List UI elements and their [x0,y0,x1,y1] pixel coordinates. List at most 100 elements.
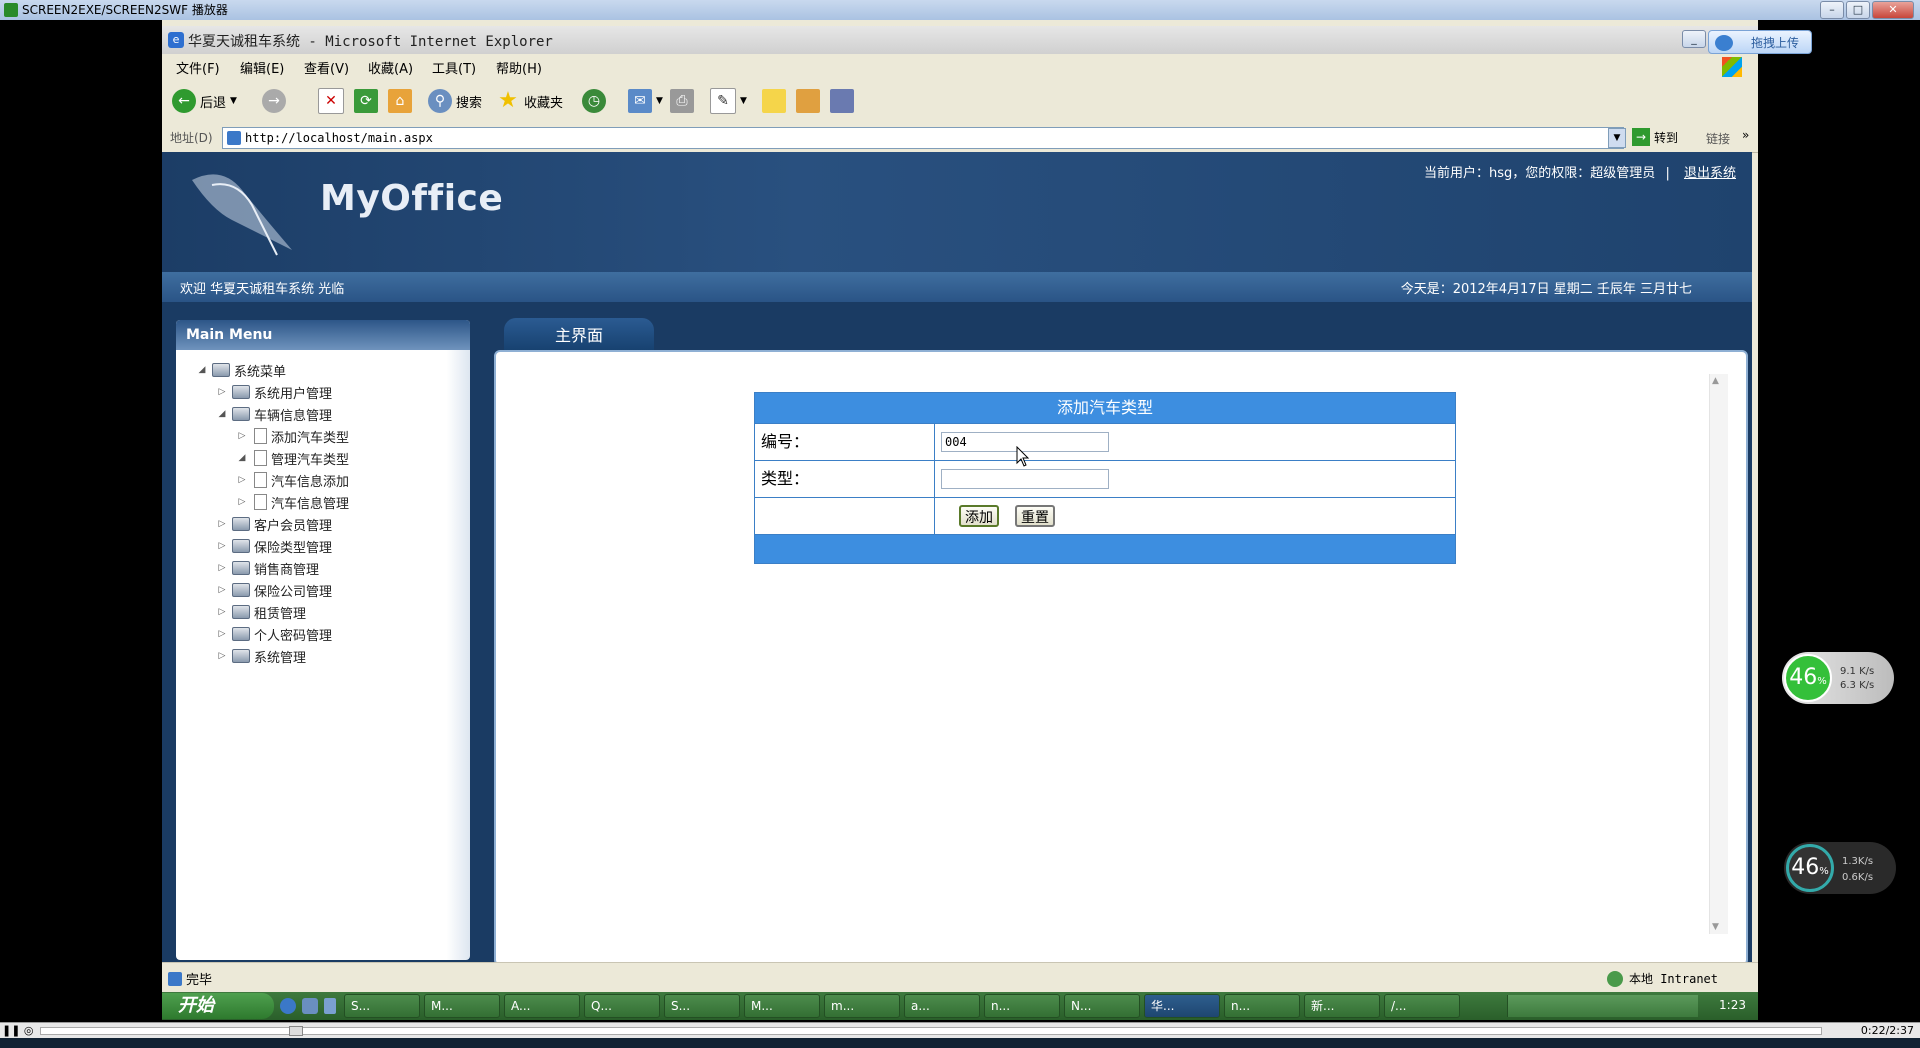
taskbar-item[interactable]: N... [1064,994,1140,1018]
scroll-down-icon[interactable]: ▼ [1712,922,1719,932]
expand-icon[interactable]: ▷ [216,387,228,397]
tree-item-add-car-info[interactable]: ▷ 汽车信息添加 [236,470,349,490]
go-button[interactable]: → 转到 [1632,128,1678,146]
back-dropdown-icon[interactable]: ▼ [230,96,237,106]
menu-help[interactable]: 帮助(H) [496,58,542,77]
search-button[interactable]: ⚲ 搜索 [428,88,482,114]
ie-minimize-button[interactable]: _ [1682,30,1706,48]
tree-item-insurance-types[interactable]: ▷ 保险类型管理 [216,536,332,556]
tree-item-manage-car-type[interactable]: ◢ 管理汽车类型 [236,448,349,468]
start-button[interactable]: 开始 [162,993,274,1019]
messenger-button[interactable] [830,88,854,114]
collapse-icon[interactable]: ◢ [236,453,248,463]
collapse-icon[interactable]: ◢ [216,409,228,419]
logout-link[interactable]: 退出系统 [1684,166,1736,181]
reset-button[interactable]: 重置 [1015,505,1055,527]
research-button[interactable] [796,88,820,114]
menu-edit[interactable]: 编辑(E) [240,58,284,77]
tree-item-password[interactable]: ▷ 个人密码管理 [216,624,332,644]
tree-item-system-admin[interactable]: ▷ 系统管理 [216,646,306,666]
chevron-right-icon[interactable]: » [1742,128,1749,142]
add-button[interactable]: 添加 [959,505,999,527]
taskbar-item[interactable]: m... [824,994,900,1018]
progress-handle[interactable] [289,1026,303,1036]
expand-icon[interactable]: ▷ [236,431,248,441]
search-label: 搜索 [456,95,483,111]
expand-icon[interactable]: ▷ [216,651,228,661]
net-monitor-widget[interactable]: 46% 9.1 K/s 6.3 K/s [1782,652,1894,704]
scroll-up-icon[interactable]: ▲ [1712,376,1719,386]
sidebar-title: Main Menu [176,320,470,350]
taskbar-item[interactable]: A... [504,994,580,1018]
taskbar-item[interactable]: n... [1224,994,1300,1018]
taskbar-item[interactable]: n... [984,994,1060,1018]
home-button[interactable]: ⌂ [388,88,412,114]
pause-button[interactable]: ❚❚ ◎ [2,1024,34,1037]
net-monitor-widget-dark[interactable]: 46% 1.3K/s 0.6K/s [1784,842,1896,894]
type-input[interactable] [941,469,1109,489]
address-label: 地址(D) [170,131,213,145]
links-label[interactable]: 链接 [1706,130,1730,147]
upload-button[interactable]: 拖拽上传 [1708,30,1812,54]
tree-item-dealers[interactable]: ▷ 销售商管理 [216,558,319,578]
mail-dropdown-icon[interactable]: ▼ [656,96,663,106]
taskbar-item[interactable]: S... [664,994,740,1018]
tree-item-rentals[interactable]: ▷ 租赁管理 [216,602,306,622]
menu-favorites[interactable]: 收藏(A) [368,58,413,77]
taskbar-item[interactable]: a... [904,994,980,1018]
print-button[interactable]: ⎙ [670,88,694,114]
mail-button[interactable]: ✉ ▼ [628,88,663,114]
menu-file[interactable]: 文件(F) [176,58,220,77]
close-button[interactable]: ✕ [1872,1,1914,19]
expand-icon[interactable]: ▷ [216,541,228,551]
note-button[interactable] [762,88,786,114]
tree-item-vehicle-info[interactable]: ◢ 车辆信息管理 [216,404,332,424]
vertical-scrollbar[interactable]: ▲ ▼ [1709,374,1728,934]
taskbar-item[interactable]: /... [1384,994,1460,1018]
expand-icon[interactable]: ▷ [236,497,248,507]
progress-track[interactable] [40,1026,1822,1036]
tree-item-add-car-type[interactable]: ▷ 添加汽车类型 [236,426,349,446]
tree-item-insurers[interactable]: ▷ 保险公司管理 [216,580,332,600]
tree-item-manage-car-info[interactable]: ▷ 汽车信息管理 [236,492,349,512]
desktop-quicklaunch-icon[interactable] [302,998,318,1014]
player-title: SCREEN2EXE/SCREEN2SWF 播放器 [22,3,228,17]
address-input[interactable]: http://localhost/main.aspx [222,127,1624,149]
taskbar-item[interactable]: Q... [584,994,660,1018]
refresh-icon: ⟳ [354,89,378,113]
media-quicklaunch-icon[interactable] [324,998,336,1014]
edit-button[interactable]: ✎ ▼ [710,88,747,114]
tree-root[interactable]: ◢ 系统菜单 [196,360,286,380]
edit-dropdown-icon[interactable]: ▼ [740,96,747,106]
address-dropdown-icon[interactable]: ▼ [1608,128,1626,148]
tree-item-customers[interactable]: ▷ 客户会员管理 [216,514,332,534]
expand-icon[interactable]: ▷ [216,585,228,595]
minimize-button[interactable]: – [1820,1,1844,19]
tree-item-label: 系统管理 [254,650,307,666]
collapse-icon[interactable]: ◢ [196,365,208,375]
taskbar-item[interactable]: M... [424,994,500,1018]
expand-icon[interactable]: ▷ [216,519,228,529]
taskbar-item[interactable]: 新... [1304,994,1380,1018]
tree-item-system-users[interactable]: ▷ 系统用户管理 [216,382,332,402]
refresh-button[interactable]: ⟳ [354,88,378,114]
back-button[interactable]: ← 后退 ▼ [172,88,237,114]
forward-button[interactable]: → [262,88,286,114]
home-icon: ⌂ [388,89,412,113]
taskbar-item[interactable]: S... [344,994,420,1018]
maximize-button[interactable]: □ [1846,1,1870,19]
tab-main[interactable]: 主界面 [504,318,654,352]
stop-button[interactable]: ✕ [318,88,344,114]
player-app-icon [4,3,18,17]
expand-icon[interactable]: ▷ [216,629,228,639]
taskbar-item-active[interactable]: 华... [1144,994,1220,1018]
expand-icon[interactable]: ▷ [216,607,228,617]
ie-quicklaunch-icon[interactable] [280,998,296,1014]
history-button[interactable]: ◷ [582,88,606,114]
expand-icon[interactable]: ▷ [236,475,248,485]
menu-view[interactable]: 查看(V) [304,58,349,77]
menu-tools[interactable]: 工具(T) [432,58,476,77]
favorites-button[interactable]: ★ 收藏夹 [496,88,563,114]
taskbar-item[interactable]: M... [744,994,820,1018]
expand-icon[interactable]: ▷ [216,563,228,573]
